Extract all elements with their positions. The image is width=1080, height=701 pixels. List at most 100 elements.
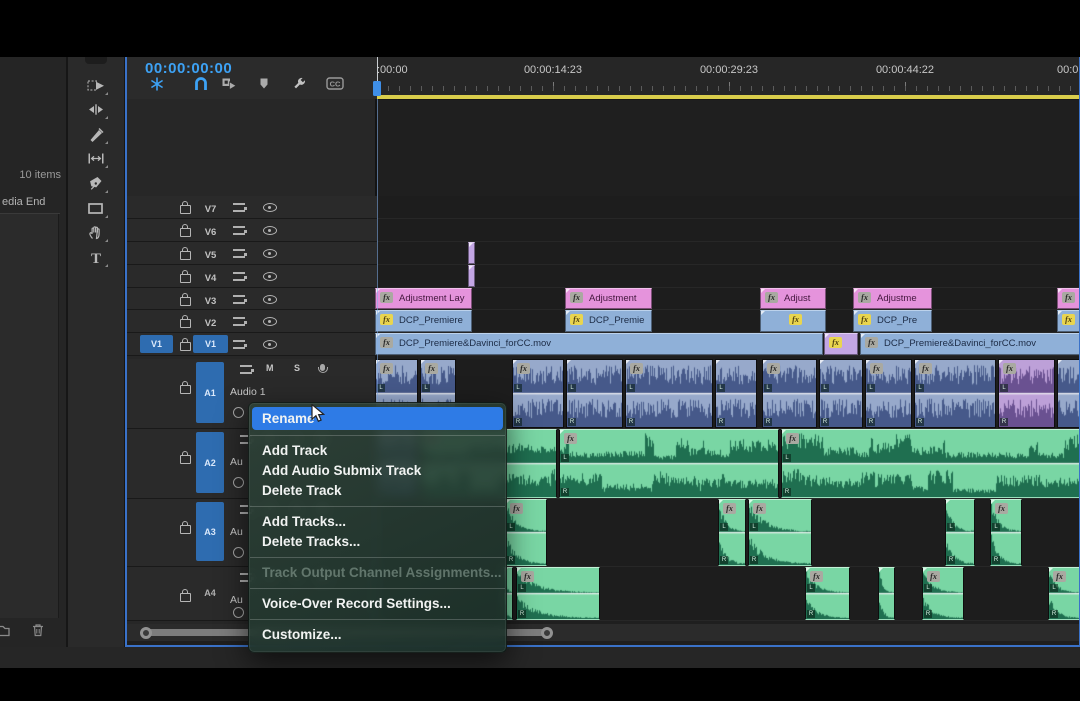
audio-track-name[interactable]: Au (230, 526, 243, 538)
pan-knob-icon[interactable] (233, 407, 244, 418)
track-target-V1[interactable]: V1 (193, 335, 228, 353)
audio-clip[interactable]: fxLR (914, 359, 996, 428)
lock-track-icon[interactable] (180, 297, 191, 306)
video-clip[interactable] (468, 242, 475, 264)
fx-badge[interactable]: fx (765, 292, 778, 303)
sync-lock-icon[interactable] (233, 203, 245, 212)
video-clip[interactable]: fxDCP_Premiere&Davinci_forCC.mov (375, 333, 823, 355)
audio-track-name[interactable]: Au (230, 456, 243, 468)
track-lane-V4[interactable] (377, 265, 1079, 288)
audio-clip[interactable]: fxLR (512, 359, 564, 428)
type-tool[interactable]: T (87, 249, 105, 266)
lock-track-icon[interactable] (180, 228, 191, 237)
fx-badge[interactable]: fx (570, 292, 583, 303)
fx-badge[interactable]: fx (927, 571, 940, 582)
scrollbar-left-handle[interactable] (140, 627, 152, 639)
menu-item-add-audio-submix-track[interactable]: Add Audio Submix Track (249, 461, 506, 481)
track-label-V7[interactable]: V7 (193, 204, 228, 215)
fx-badge[interactable]: fx (753, 503, 766, 514)
track-label-V6[interactable]: V6 (193, 227, 228, 238)
menu-item-delete-track[interactable]: Delete Track (249, 481, 506, 501)
menu-item-rename[interactable]: Rename (252, 407, 503, 430)
fx-badge[interactable]: fx (995, 503, 1008, 514)
audio-clip[interactable]: fxLR (762, 359, 817, 428)
lock-track-icon[interactable] (180, 593, 191, 602)
audio-clip[interactable]: LR (819, 359, 863, 428)
fx-badge[interactable]: fx (1003, 363, 1016, 374)
video-clip[interactable]: fxAdjustment (565, 288, 652, 309)
sync-lock-icon[interactable] (233, 272, 245, 281)
ripple-edit-tool[interactable] (87, 101, 105, 118)
fx-badge[interactable]: fx (570, 314, 583, 325)
hand-tool[interactable] (87, 224, 105, 241)
scrollbar-right-handle[interactable] (541, 627, 553, 639)
fx-badge[interactable]: fx (786, 433, 799, 444)
column-header-media-end[interactable]: edia End (2, 196, 45, 208)
audio-clip[interactable]: fxLR (625, 359, 713, 428)
audio-clip[interactable]: fxLR (781, 429, 1080, 498)
fx-badge[interactable]: fx (380, 363, 393, 374)
selection-tool-partial[interactable] (85, 57, 107, 64)
lock-track-icon[interactable] (180, 251, 191, 260)
video-clip[interactable]: fxDCP_Premiere (375, 310, 472, 332)
lock-track-icon[interactable] (180, 205, 191, 214)
track-label-V4[interactable]: V4 (193, 273, 228, 284)
audio-clip[interactable]: LR (566, 359, 623, 428)
video-clip[interactable]: fxDCP_Premie (565, 310, 652, 332)
audio-clip[interactable]: fxLR (559, 429, 779, 498)
fx-badge[interactable]: fx (1062, 314, 1075, 325)
fx-badge[interactable]: fx (564, 433, 577, 444)
fx-badge[interactable]: fx (810, 571, 823, 582)
lock-track-icon[interactable] (180, 455, 191, 464)
trash-icon[interactable] (30, 622, 46, 638)
slip-tool[interactable] (87, 150, 105, 167)
video-clip[interactable]: fx (1057, 288, 1080, 309)
audio-clip[interactable]: fxLR (516, 567, 600, 620)
video-clip[interactable]: fx (760, 310, 826, 332)
toggle-track-output-icon[interactable] (263, 203, 277, 212)
lock-track-icon[interactable] (180, 319, 191, 328)
new-item-icon[interactable] (0, 622, 11, 638)
video-clip[interactable]: fxAdjustment Lay (375, 288, 472, 309)
audio-clip[interactable]: fxLR (922, 567, 964, 620)
video-clip[interactable]: fxAdjust (760, 288, 826, 309)
sync-lock-icon[interactable] (240, 365, 252, 374)
sync-lock-icon[interactable] (233, 295, 245, 304)
toggle-track-output-icon[interactable] (263, 272, 277, 281)
fx-badge[interactable]: fx (517, 363, 530, 374)
track-select-forward-tool[interactable] (87, 77, 105, 94)
menu-item-add-tracks[interactable]: Add Tracks... (249, 512, 506, 532)
track-label-V2[interactable]: V2 (193, 318, 228, 329)
audio-clip[interactable]: fxLR (1048, 567, 1080, 620)
audio-clip[interactable]: fxLR (718, 499, 746, 566)
playhead-head[interactable] (373, 81, 381, 96)
fx-badge[interactable]: fx (858, 314, 871, 325)
track-target-A1[interactable]: A1 (196, 362, 224, 423)
audio-clip[interactable]: fxLR (865, 359, 912, 428)
fx-badge[interactable]: fx (829, 337, 842, 348)
toggle-track-output-icon[interactable] (263, 249, 277, 258)
rectangle-tool[interactable] (87, 200, 105, 217)
fx-badge[interactable]: fx (630, 363, 643, 374)
audio-clip[interactable] (878, 567, 895, 620)
video-clip[interactable]: fx (824, 333, 858, 355)
fx-badge[interactable]: fx (858, 292, 871, 303)
toggle-track-output-icon[interactable] (263, 295, 277, 304)
toggle-track-output-icon[interactable] (263, 340, 277, 349)
track-target-A4[interactable]: A4 (196, 570, 224, 615)
fx-badge[interactable]: fx (865, 337, 878, 348)
audio-clip[interactable]: fxLR (990, 499, 1022, 566)
mute-button[interactable]: M (266, 363, 274, 373)
fx-badge[interactable]: fx (380, 292, 393, 303)
video-clip[interactable]: fxDCP_Pre (853, 310, 932, 332)
lock-track-icon[interactable] (180, 385, 191, 394)
video-clip[interactable]: fxAdjustme (853, 288, 932, 309)
track-lane-V3[interactable] (377, 288, 1079, 310)
track-target-A3[interactable]: A3 (196, 502, 224, 561)
fx-badge[interactable]: fx (723, 503, 736, 514)
track-target-A2[interactable]: A2 (196, 432, 224, 493)
lock-track-icon[interactable] (180, 342, 191, 351)
fx-badge[interactable]: fx (789, 314, 802, 325)
fx-badge[interactable]: fx (521, 571, 534, 582)
audio-clip[interactable] (1057, 359, 1080, 428)
